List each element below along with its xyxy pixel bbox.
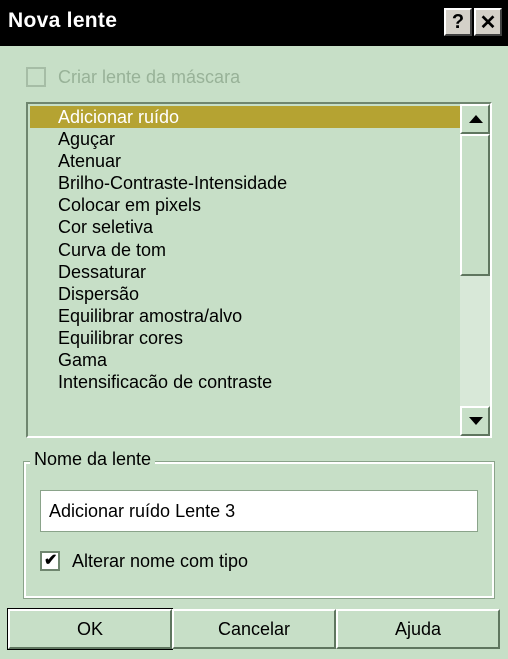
close-icon: ✕ [479,11,497,34]
lens-name-group-label: Nome da lente [30,449,156,470]
lens-type-item[interactable]: Intensificacão de contraste [30,371,460,393]
change-name-with-type-label: Alterar nome com tipo [72,550,249,571]
help-title-button[interactable]: ? [444,8,472,36]
lens-type-item[interactable]: Dispersão [30,283,460,305]
lens-type-item[interactable]: Brilho-Contraste-Intensidade [30,172,460,194]
scroll-up-button[interactable] [460,104,490,134]
lens-type-item[interactable]: Curva de tom [30,239,460,261]
scroll-down-button[interactable] [460,406,490,436]
close-button[interactable]: ✕ [474,8,502,36]
lens-type-item[interactable]: Gama [30,349,460,371]
scrollbar-thumb[interactable] [460,134,490,276]
lens-type-item[interactable]: Equilibrar cores [30,327,460,349]
lens-type-item[interactable]: Adicionar ruído [30,106,460,129]
lens-type-item[interactable]: Dessaturar [30,261,460,283]
lens-type-item[interactable]: Atenuar [30,150,460,172]
lens-type-item[interactable]: Aguçar [30,128,460,150]
list-scrollbar[interactable] [460,104,490,436]
help-button[interactable]: Ajuda [336,609,500,649]
question-mark-icon: ? [451,10,465,33]
dialog-title: Nova lente [8,9,118,32]
lens-type-item[interactable]: Cor seletiva [30,216,460,238]
lens-type-item[interactable]: Equilibrar amostra/alvo [30,305,460,327]
arrow-down-icon [469,417,483,425]
arrow-up-icon [469,115,483,123]
create-mask-lens-checkbox [26,67,46,87]
change-name-with-type-checkbox[interactable]: ✔ [40,551,60,571]
create-mask-lens-label: Criar lente da máscara [58,66,241,87]
lens-type-item[interactable]: Colocar em pixels [30,194,460,216]
create-mask-lens-option: Criar lente da máscara [26,64,240,90]
checkmark-icon: ✔ [44,552,58,569]
title-bar[interactable]: Nova lente ? ✕ [0,0,508,46]
lens-type-list[interactable]: Adicionar ruído Aguçar Atenuar Brilho-Contr… [26,102,492,438]
lens-type-items: Adicionar ruído Aguçar Atenuar Brilho-Contr… [30,106,460,393]
change-name-with-type-option[interactable]: ✔ Alterar nome com tipo [40,548,248,574]
cancel-button[interactable]: Cancelar [172,609,336,649]
ok-button[interactable]: OK [7,608,173,650]
lens-name-input[interactable] [40,490,478,532]
new-lens-dialog: Nova lente ? ✕ Criar lente da máscara Ad… [0,0,508,659]
